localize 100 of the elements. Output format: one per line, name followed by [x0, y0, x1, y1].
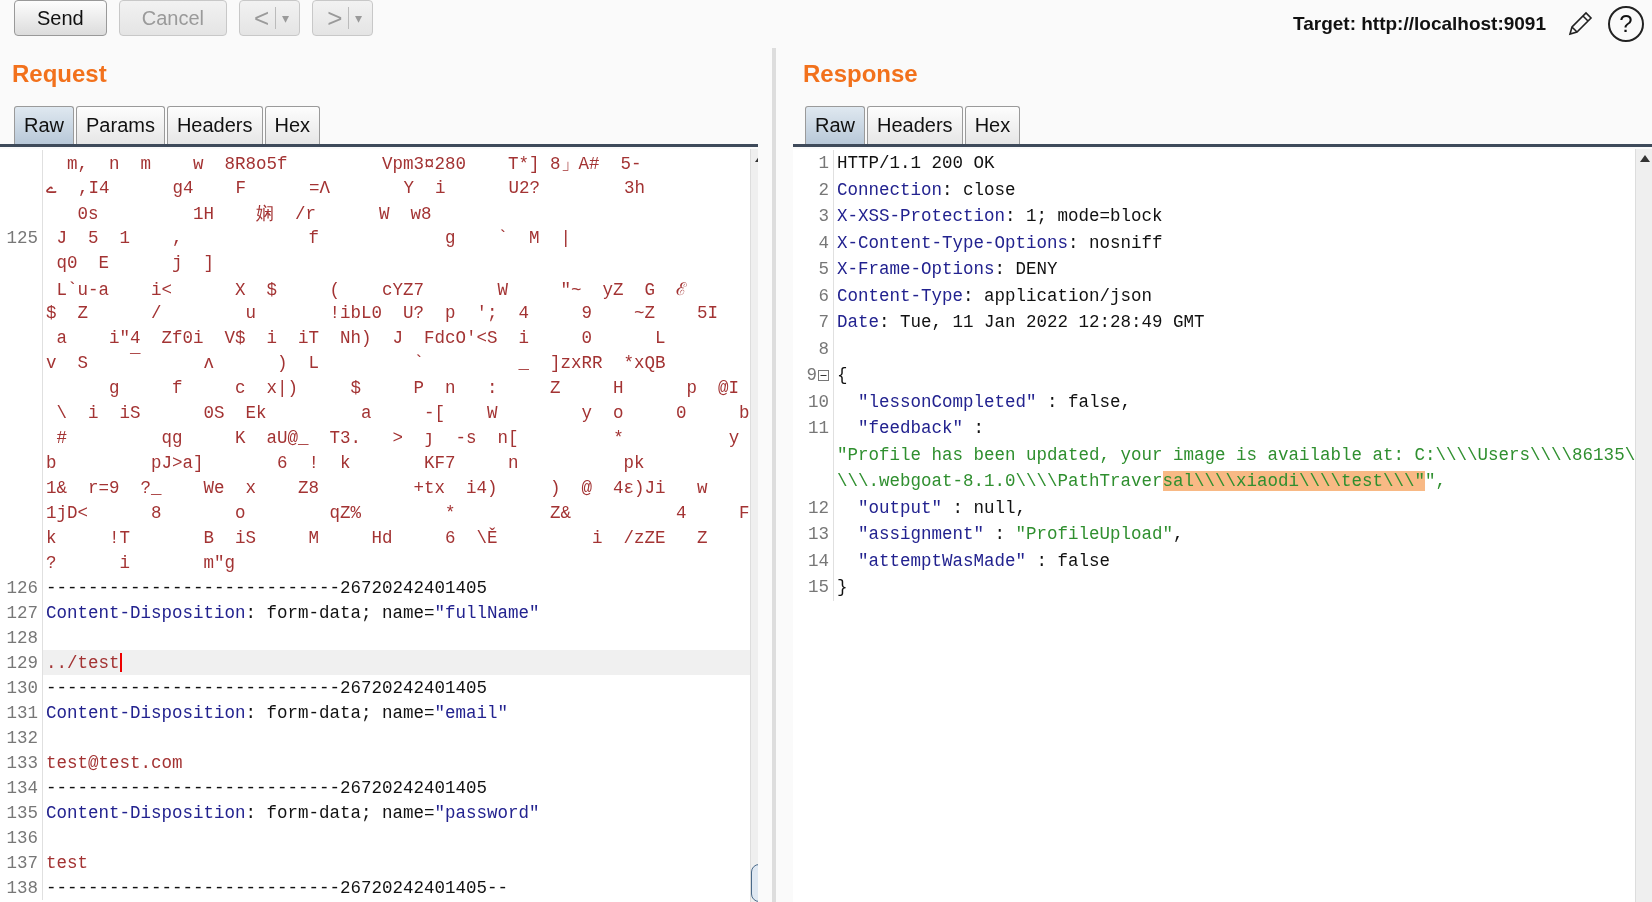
body-text: 1& r=9 ?_ We x Z8 +tx i4) ) @ 4ε)Ji w: [46, 477, 708, 498]
body-text: g f c x|) $ P n : Z H p @I: [108, 377, 740, 398]
line-number: 6: [817, 285, 829, 306]
code-text: : Tue, 11 Jan 2022 12:28:49 GMT: [879, 312, 1205, 333]
line-number: 126: [6, 577, 38, 598]
body-text: $ Z / u !ibL0 U? p '; 4 9 ~Z 5I: [46, 302, 719, 323]
tab[interactable]: Params: [76, 106, 165, 144]
body-text: b pJ>a] 6 ! k KF7 n pk: [46, 452, 645, 473]
header-name: "attemptWasMade": [857, 550, 1027, 571]
collapse-icon[interactable]: [818, 369, 829, 381]
line-number: 127: [6, 602, 38, 623]
string-value: "Profile has been updated, your image is available at: C:\\\\Users\\\\86135\: [837, 444, 1636, 465]
field-value: test@test.com: [46, 752, 183, 773]
line-number: 138: [6, 877, 38, 898]
code-text: : form-data; name=: [245, 702, 435, 723]
string-value: "ProfileUpload": [1015, 524, 1174, 545]
line-number: 136: [6, 827, 38, 848]
body-text: v S ¯ ʌ ) L ` _ ]zxRR *xQB: [46, 352, 666, 373]
field-value: test: [46, 852, 88, 873]
line-number: 10: [807, 391, 829, 412]
header-name: Date: [837, 312, 879, 333]
header-name: Content-Disposition: [46, 602, 246, 623]
code-text: : application/json: [963, 285, 1153, 306]
header-name: "output": [857, 497, 943, 518]
header-name: X-XSS-Protection: [837, 206, 1006, 227]
code-text: : null,: [951, 497, 1027, 518]
line-number: 132: [6, 727, 38, 748]
header-name: "password": [434, 802, 540, 823]
body-text: \ i iS 0S Ek a -[ W y o 0 b: [55, 402, 750, 423]
line-number: 128: [6, 627, 38, 648]
pane-title: Request: [11, 59, 108, 89]
code-text: ----------------------------26720242401405: [46, 777, 488, 798]
header-name: X-Content-Type-Options: [837, 232, 1069, 253]
line-number: 12: [807, 497, 829, 518]
code-text: HTTP/1.1 200 OK: [837, 153, 995, 174]
line-number: 1: [817, 153, 829, 174]
body-text: q0 E j ]: [55, 252, 215, 273]
line-number: 13: [807, 524, 829, 545]
line-number: 7: [817, 312, 829, 333]
line-number: 5: [817, 259, 829, 280]
code-text: ,: [1173, 524, 1184, 545]
body-text: J 5 1 , f g ` M |: [55, 227, 572, 248]
header-name: "assignment": [857, 524, 985, 545]
pane-title: Response: [802, 59, 919, 89]
code-text: : close: [942, 179, 1016, 200]
code-text: : form-data; name=: [245, 602, 435, 623]
body-text: 0s 1H 娴 /r W w8: [76, 202, 432, 225]
body-text: m, n m w 8R8o5f Vpm3¤280 T*] 8」A# 5-: [66, 152, 642, 175]
code-text: ----------------------------26720242401405--: [46, 877, 509, 898]
send-button[interactable]: Send: [14, 0, 107, 36]
code-text: : 1; mode=block: [1005, 206, 1163, 227]
header-name: "lessonCompleted": [857, 391, 1037, 412]
code-text: ----------------------------26720242401405: [46, 677, 488, 698]
line-number: 3: [817, 206, 829, 227]
code-text: }: [837, 577, 848, 598]
header-name: X-Frame-Options: [837, 259, 995, 280]
code-text: : form-data; name=: [245, 802, 435, 823]
header-name: Content-Disposition: [46, 702, 246, 723]
body-text: # qg K aU@_ T3. > ȷ -s n[ * y: [55, 427, 740, 448]
line-number: 8: [817, 338, 829, 359]
code-text: :: [972, 418, 985, 439]
line-number: 134: [6, 777, 38, 798]
body-text: a i″4 Zf0i V$ i iT Nh) J FdcO'<S i 0 L: [55, 327, 666, 348]
string-value: ",: [1425, 471, 1447, 492]
header-name: Content-Disposition: [46, 802, 246, 823]
tab[interactable]: Hex: [264, 106, 321, 144]
header-name: "fullName": [434, 602, 540, 623]
field-value: ../test: [46, 652, 120, 673]
tab[interactable]: Raw: [805, 106, 865, 144]
header-name: Connection: [837, 179, 943, 200]
line-number: 15: [807, 577, 829, 598]
body-text: L`u-a i< X $ ( cYZ7 W ″~ yZ G ℰ: [55, 278, 688, 300]
line-number: 137: [6, 852, 38, 873]
code-text: : false: [1035, 550, 1111, 571]
help-button[interactable]: ?: [1608, 6, 1644, 42]
line-number: 9: [805, 365, 817, 386]
target-label: Target: http://localhost:9091: [1293, 13, 1546, 35]
header-name: "feedback": [857, 418, 964, 439]
line-number: 131: [6, 702, 38, 723]
header-name: "email": [434, 702, 509, 723]
text-caret: [119, 653, 122, 672]
line-number: 135: [6, 802, 38, 823]
code-text: {: [837, 365, 848, 386]
line-number: 125: [6, 227, 38, 248]
code-text: : false,: [1046, 391, 1132, 412]
tab[interactable]: Headers: [867, 106, 963, 144]
tab[interactable]: Hex: [964, 106, 1021, 144]
line-number: 130: [6, 677, 38, 698]
line-number: 129: [6, 652, 38, 673]
header-name: Content-Type: [837, 285, 964, 306]
line-number: 4: [817, 232, 829, 253]
line-number: 2: [817, 179, 829, 200]
tab[interactable]: Raw: [14, 106, 74, 144]
code-text: ----------------------------26720242401405: [46, 577, 488, 598]
body-text: k !T B iS M Hd 6 \Ě i /zZE Z: [46, 527, 708, 548]
body-text: ے ,I4 g4 F =Λ Y i U2? 3h: [46, 177, 646, 198]
string-value: \\\.webgoat-8.1.0\\\\PathTraver: [837, 471, 1163, 492]
line-number: 133: [6, 752, 38, 773]
tab[interactable]: Headers: [166, 106, 263, 144]
code-text: :: [993, 524, 1007, 545]
